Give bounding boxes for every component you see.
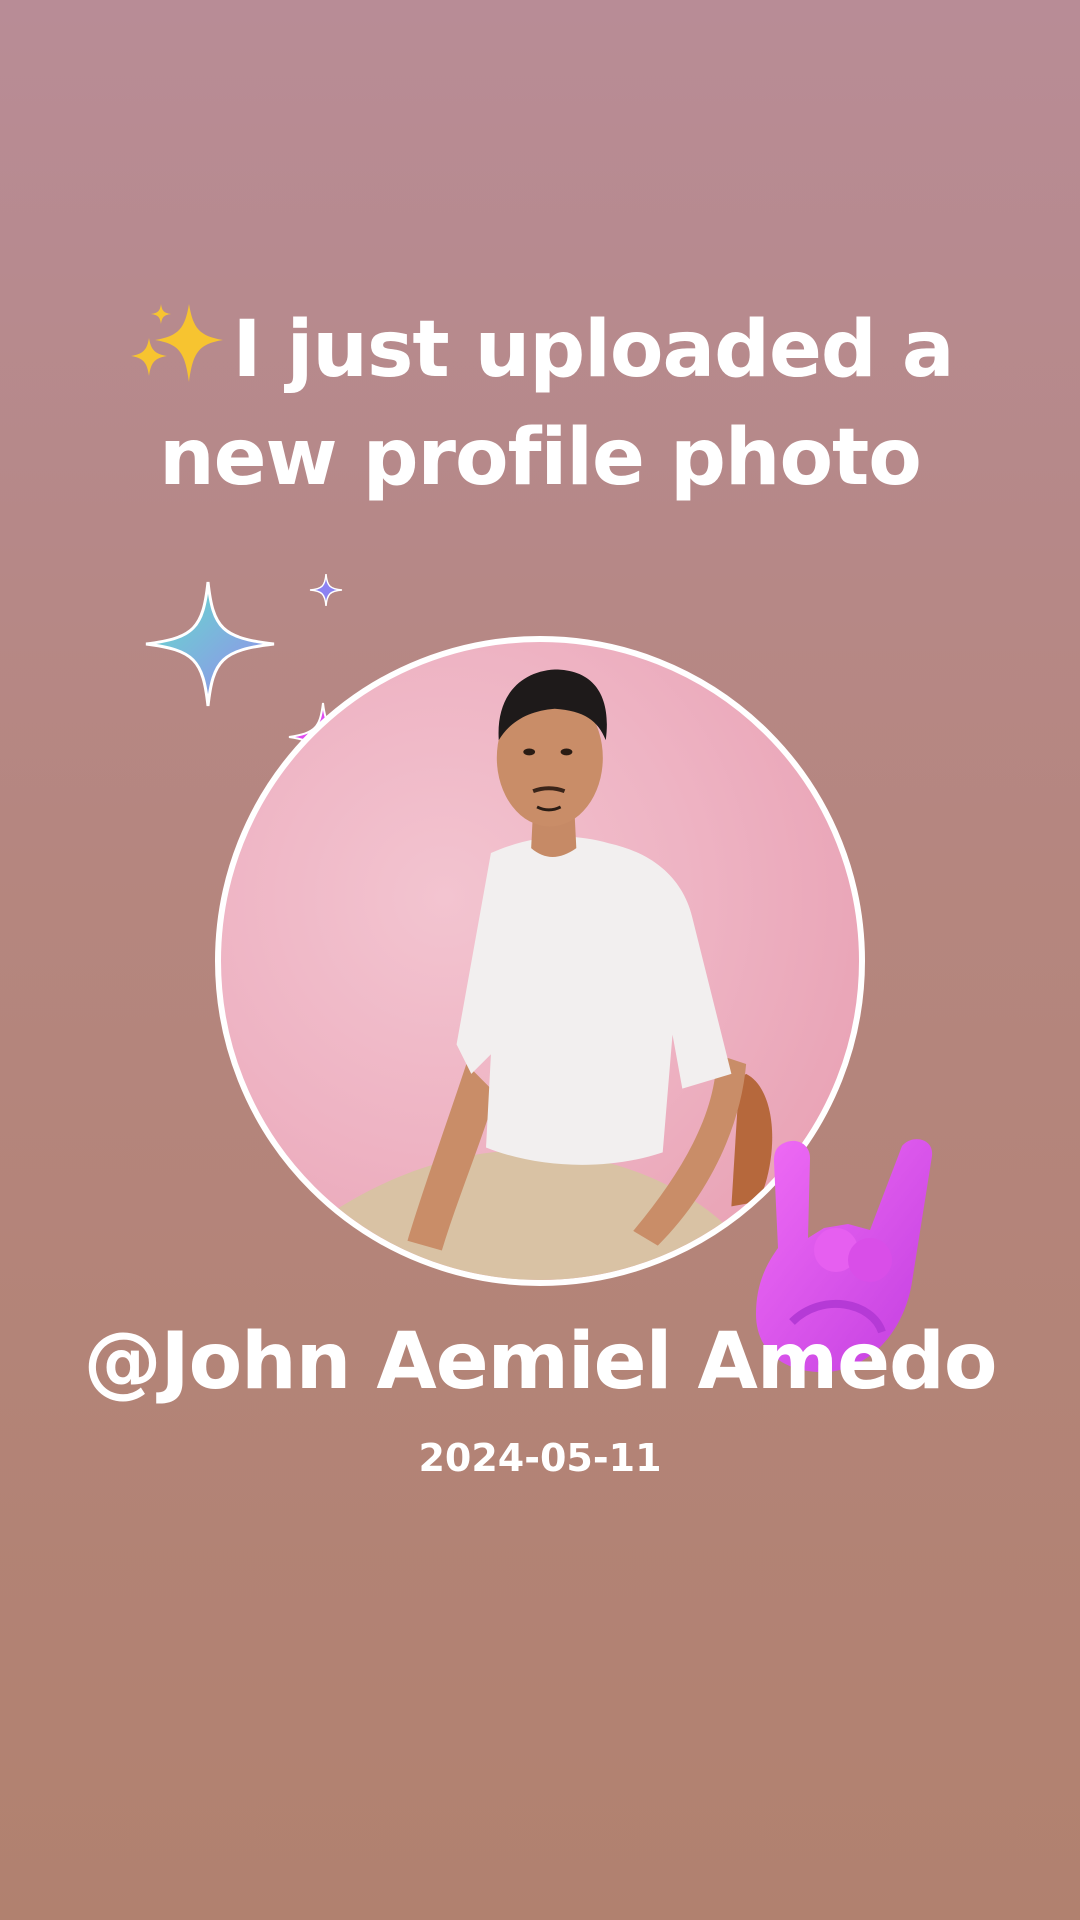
teal-sparkle-icon <box>145 581 275 707</box>
sparkles-emoji-icon <box>130 304 223 382</box>
post-date: 2024-05-11 <box>418 1436 662 1480</box>
blue-sparkle-icon <box>309 573 343 607</box>
username: @John Aemiel Amedo <box>83 1317 998 1407</box>
headline: I just uploaded a new profile photo <box>0 296 1080 512</box>
headline-line-2: new profile photo <box>159 413 922 503</box>
headline-line-1: I just uploaded a <box>0 296 1080 404</box>
